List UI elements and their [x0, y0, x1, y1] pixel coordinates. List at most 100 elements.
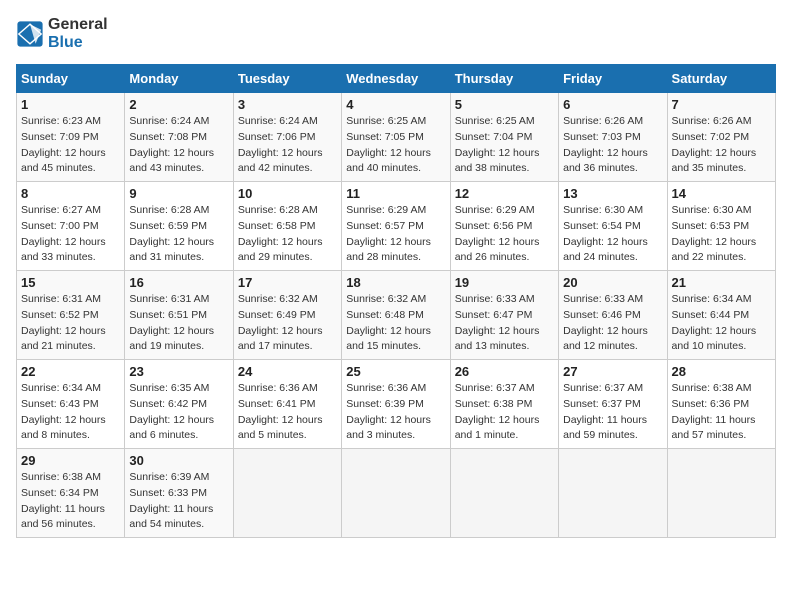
calendar-cell — [667, 449, 775, 538]
day-info: Sunrise: 6:27 AM Sunset: 7:00 PM Dayligh… — [21, 203, 120, 266]
day-number: 11 — [346, 186, 445, 201]
calendar-cell: 28 Sunrise: 6:38 AM Sunset: 6:36 PM Dayl… — [667, 360, 775, 449]
day-number: 2 — [129, 97, 228, 112]
calendar-cell: 4 Sunrise: 6:25 AM Sunset: 7:05 PM Dayli… — [342, 93, 450, 182]
day-number: 24 — [238, 364, 337, 379]
day-info: Sunrise: 6:25 AM Sunset: 7:04 PM Dayligh… — [455, 114, 554, 177]
day-info: Sunrise: 6:35 AM Sunset: 6:42 PM Dayligh… — [129, 381, 228, 444]
weekday-header-monday: Monday — [125, 65, 233, 93]
calendar-cell: 9 Sunrise: 6:28 AM Sunset: 6:59 PM Dayli… — [125, 182, 233, 271]
day-number: 4 — [346, 97, 445, 112]
day-info: Sunrise: 6:39 AM Sunset: 6:33 PM Dayligh… — [129, 470, 228, 533]
calendar-cell: 5 Sunrise: 6:25 AM Sunset: 7:04 PM Dayli… — [450, 93, 558, 182]
day-number: 12 — [455, 186, 554, 201]
day-info: Sunrise: 6:23 AM Sunset: 7:09 PM Dayligh… — [21, 114, 120, 177]
day-number: 20 — [563, 275, 662, 290]
calendar-cell: 24 Sunrise: 6:36 AM Sunset: 6:41 PM Dayl… — [233, 360, 341, 449]
calendar-cell: 2 Sunrise: 6:24 AM Sunset: 7:08 PM Dayli… — [125, 93, 233, 182]
calendar-cell: 22 Sunrise: 6:34 AM Sunset: 6:43 PM Dayl… — [17, 360, 125, 449]
calendar-cell: 10 Sunrise: 6:28 AM Sunset: 6:58 PM Dayl… — [233, 182, 341, 271]
day-number: 16 — [129, 275, 228, 290]
day-number: 27 — [563, 364, 662, 379]
calendar-cell: 6 Sunrise: 6:26 AM Sunset: 7:03 PM Dayli… — [559, 93, 667, 182]
day-number: 19 — [455, 275, 554, 290]
day-info: Sunrise: 6:28 AM Sunset: 6:58 PM Dayligh… — [238, 203, 337, 266]
calendar-cell: 20 Sunrise: 6:33 AM Sunset: 6:46 PM Dayl… — [559, 271, 667, 360]
day-info: Sunrise: 6:38 AM Sunset: 6:36 PM Dayligh… — [672, 381, 771, 444]
day-number: 28 — [672, 364, 771, 379]
calendar-cell — [342, 449, 450, 538]
day-number: 14 — [672, 186, 771, 201]
day-info: Sunrise: 6:33 AM Sunset: 6:46 PM Dayligh… — [563, 292, 662, 355]
calendar-cell: 12 Sunrise: 6:29 AM Sunset: 6:56 PM Dayl… — [450, 182, 558, 271]
logo-icon — [16, 20, 44, 48]
calendar-cell: 18 Sunrise: 6:32 AM Sunset: 6:48 PM Dayl… — [342, 271, 450, 360]
calendar-week-5: 29 Sunrise: 6:38 AM Sunset: 6:34 PM Dayl… — [17, 449, 776, 538]
day-info: Sunrise: 6:36 AM Sunset: 6:41 PM Dayligh… — [238, 381, 337, 444]
day-number: 1 — [21, 97, 120, 112]
day-number: 22 — [21, 364, 120, 379]
calendar-cell: 13 Sunrise: 6:30 AM Sunset: 6:54 PM Dayl… — [559, 182, 667, 271]
weekday-header-row: SundayMondayTuesdayWednesdayThursdayFrid… — [17, 65, 776, 93]
calendar-cell: 25 Sunrise: 6:36 AM Sunset: 6:39 PM Dayl… — [342, 360, 450, 449]
day-info: Sunrise: 6:26 AM Sunset: 7:03 PM Dayligh… — [563, 114, 662, 177]
day-number: 21 — [672, 275, 771, 290]
day-number: 13 — [563, 186, 662, 201]
day-info: Sunrise: 6:28 AM Sunset: 6:59 PM Dayligh… — [129, 203, 228, 266]
calendar-cell: 11 Sunrise: 6:29 AM Sunset: 6:57 PM Dayl… — [342, 182, 450, 271]
day-number: 26 — [455, 364, 554, 379]
calendar-cell: 27 Sunrise: 6:37 AM Sunset: 6:37 PM Dayl… — [559, 360, 667, 449]
day-info: Sunrise: 6:26 AM Sunset: 7:02 PM Dayligh… — [672, 114, 771, 177]
day-info: Sunrise: 6:33 AM Sunset: 6:47 PM Dayligh… — [455, 292, 554, 355]
logo: General Blue — [16, 16, 108, 52]
calendar-cell: 26 Sunrise: 6:37 AM Sunset: 6:38 PM Dayl… — [450, 360, 558, 449]
calendar-cell — [233, 449, 341, 538]
day-info: Sunrise: 6:32 AM Sunset: 6:49 PM Dayligh… — [238, 292, 337, 355]
day-number: 15 — [21, 275, 120, 290]
day-number: 9 — [129, 186, 228, 201]
day-info: Sunrise: 6:30 AM Sunset: 6:54 PM Dayligh… — [563, 203, 662, 266]
day-info: Sunrise: 6:32 AM Sunset: 6:48 PM Dayligh… — [346, 292, 445, 355]
day-info: Sunrise: 6:31 AM Sunset: 6:51 PM Dayligh… — [129, 292, 228, 355]
day-number: 10 — [238, 186, 337, 201]
weekday-header-thursday: Thursday — [450, 65, 558, 93]
day-number: 17 — [238, 275, 337, 290]
calendar-cell: 23 Sunrise: 6:35 AM Sunset: 6:42 PM Dayl… — [125, 360, 233, 449]
day-info: Sunrise: 6:24 AM Sunset: 7:06 PM Dayligh… — [238, 114, 337, 177]
calendar-cell — [559, 449, 667, 538]
calendar-cell — [450, 449, 558, 538]
day-number: 6 — [563, 97, 662, 112]
calendar-cell: 8 Sunrise: 6:27 AM Sunset: 7:00 PM Dayli… — [17, 182, 125, 271]
day-number: 7 — [672, 97, 771, 112]
day-number: 5 — [455, 97, 554, 112]
calendar-table: SundayMondayTuesdayWednesdayThursdayFrid… — [16, 64, 776, 538]
day-info: Sunrise: 6:34 AM Sunset: 6:44 PM Dayligh… — [672, 292, 771, 355]
calendar-cell: 15 Sunrise: 6:31 AM Sunset: 6:52 PM Dayl… — [17, 271, 125, 360]
calendar-cell: 1 Sunrise: 6:23 AM Sunset: 7:09 PM Dayli… — [17, 93, 125, 182]
calendar-week-2: 8 Sunrise: 6:27 AM Sunset: 7:00 PM Dayli… — [17, 182, 776, 271]
calendar-cell: 30 Sunrise: 6:39 AM Sunset: 6:33 PM Dayl… — [125, 449, 233, 538]
calendar-cell: 7 Sunrise: 6:26 AM Sunset: 7:02 PM Dayli… — [667, 93, 775, 182]
day-number: 25 — [346, 364, 445, 379]
calendar-cell: 14 Sunrise: 6:30 AM Sunset: 6:53 PM Dayl… — [667, 182, 775, 271]
calendar-cell: 29 Sunrise: 6:38 AM Sunset: 6:34 PM Dayl… — [17, 449, 125, 538]
day-info: Sunrise: 6:31 AM Sunset: 6:52 PM Dayligh… — [21, 292, 120, 355]
day-info: Sunrise: 6:38 AM Sunset: 6:34 PM Dayligh… — [21, 470, 120, 533]
day-number: 18 — [346, 275, 445, 290]
weekday-header-friday: Friday — [559, 65, 667, 93]
page-header: General Blue — [16, 16, 776, 52]
day-info: Sunrise: 6:24 AM Sunset: 7:08 PM Dayligh… — [129, 114, 228, 177]
day-number: 3 — [238, 97, 337, 112]
day-info: Sunrise: 6:34 AM Sunset: 6:43 PM Dayligh… — [21, 381, 120, 444]
day-number: 29 — [21, 453, 120, 468]
weekday-header-tuesday: Tuesday — [233, 65, 341, 93]
calendar-week-3: 15 Sunrise: 6:31 AM Sunset: 6:52 PM Dayl… — [17, 271, 776, 360]
calendar-cell: 17 Sunrise: 6:32 AM Sunset: 6:49 PM Dayl… — [233, 271, 341, 360]
day-info: Sunrise: 6:37 AM Sunset: 6:38 PM Dayligh… — [455, 381, 554, 444]
weekday-header-saturday: Saturday — [667, 65, 775, 93]
calendar-week-4: 22 Sunrise: 6:34 AM Sunset: 6:43 PM Dayl… — [17, 360, 776, 449]
calendar-week-1: 1 Sunrise: 6:23 AM Sunset: 7:09 PM Dayli… — [17, 93, 776, 182]
day-info: Sunrise: 6:29 AM Sunset: 6:57 PM Dayligh… — [346, 203, 445, 266]
calendar-cell: 3 Sunrise: 6:24 AM Sunset: 7:06 PM Dayli… — [233, 93, 341, 182]
day-info: Sunrise: 6:30 AM Sunset: 6:53 PM Dayligh… — [672, 203, 771, 266]
